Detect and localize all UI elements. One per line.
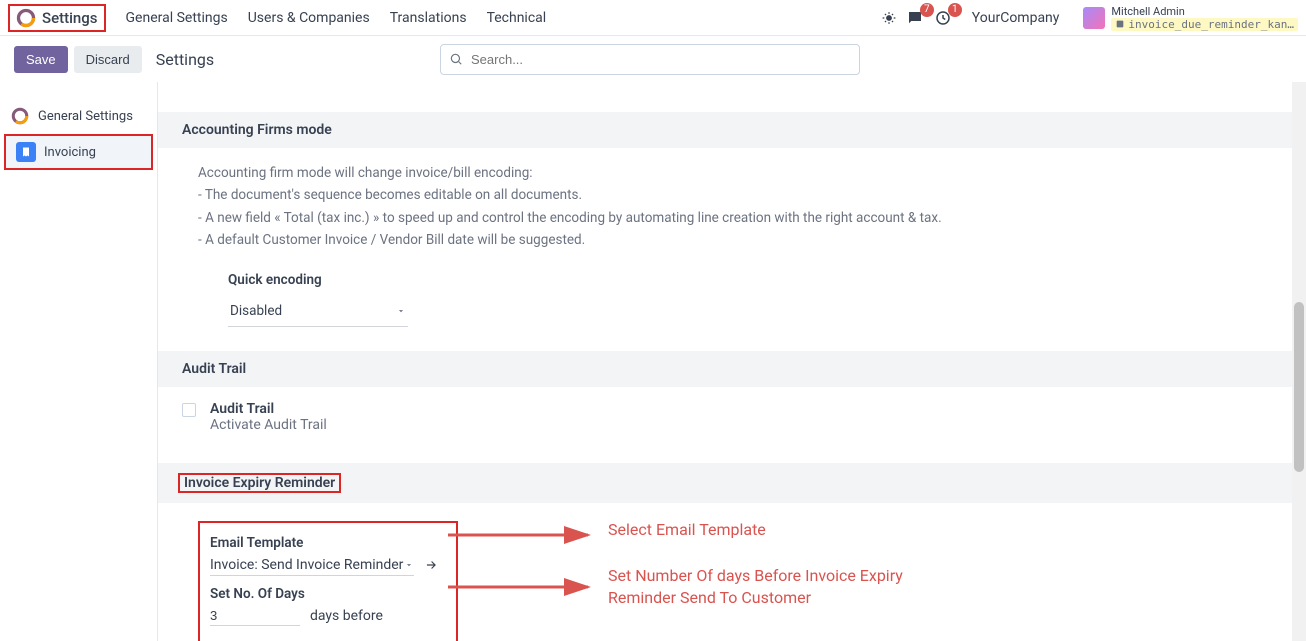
topbar-right: 7 1 YourCompany Mitchell Admin invoice_d… [882,5,1298,31]
quick-encoding-label: Quick encoding [228,269,1282,291]
search-icon [449,52,463,66]
annotation-text-1: Select Email Template [608,519,766,541]
sidebar-item-general[interactable]: General Settings [0,100,157,132]
firms-line2: - A new field « Total (tax inc.) » to sp… [198,207,1282,229]
section-header-reminder: Invoice Expiry Reminder [158,463,1306,503]
search-wrap [440,44,860,75]
file-tag: invoice_due_reminder_kan… [1111,18,1298,31]
email-template-label: Email Template [210,535,438,551]
discard-button[interactable]: Discard [74,46,142,73]
chevron-down-icon [404,560,414,570]
audit-row: Audit Trail Activate Audit Trail [158,387,1306,463]
user-name: Mitchell Admin [1111,5,1298,18]
avatar [1083,7,1105,29]
brand-label[interactable]: Settings [42,9,98,27]
scrollbar-thumb[interactable] [1294,302,1304,472]
annotation-text-2: Set Number Of days Before Invoice Expiry… [608,565,928,610]
reminder-fields-highlight: Email Template Invoice: Send Invoice Rem… [198,521,458,641]
search-input[interactable] [440,44,860,75]
reminder-title-highlight: Invoice Expiry Reminder [178,473,341,493]
firms-line3: - A default Customer Invoice / Vendor Bi… [198,229,1282,251]
quick-encoding-value: Disabled [230,300,282,322]
audit-item-title: Audit Trail [210,401,327,417]
chat-icon[interactable]: 7 [906,9,924,27]
sidebar-item-label: General Settings [38,109,133,124]
top-nav: Settings General Settings Users & Compan… [0,0,1306,36]
save-button[interactable]: Save [14,46,68,73]
section-header-audit: Audit Trail [158,351,1306,387]
sidebar-item-label: Invoicing [44,145,96,160]
email-template-select[interactable]: Invoice: Send Invoice Reminder [210,555,414,576]
days-suffix: days before [310,608,383,624]
scrollbar-track[interactable] [1292,82,1306,641]
days-input[interactable] [210,606,300,626]
audit-item-sub: Activate Audit Trail [210,417,327,433]
audit-checkbox[interactable] [182,403,196,417]
nav-item-general[interactable]: General Settings [116,10,238,26]
gear-icon [10,106,30,126]
open-template-icon[interactable] [424,558,438,572]
file-tag-text: invoice_due_reminder_kan… [1128,18,1294,31]
clock-badge: 1 [948,3,962,17]
nav-item-translations[interactable]: Translations [380,10,477,26]
nav-item-users[interactable]: Users & Companies [238,10,380,26]
invoicing-icon [16,142,36,162]
days-label: Set No. Of Days [210,586,438,602]
app-icon [16,8,36,28]
breadcrumb: Settings [156,50,214,69]
action-bar: Save Discard Settings [0,36,1306,82]
reminder-body: Email Template Invoice: Send Invoice Rem… [158,503,1306,641]
email-template-value: Invoice: Send Invoice Reminder [210,557,403,573]
brand-highlight-box: Settings [8,4,106,32]
annotation-arrow-1 [448,525,598,545]
sidebar: General Settings Invoicing [0,82,158,641]
company-name[interactable]: YourCompany [972,10,1060,26]
clock-icon[interactable]: 1 [934,9,952,27]
sidebar-highlight-box: Invoicing [4,134,153,170]
chevron-down-icon [396,306,406,316]
bug-icon[interactable] [882,11,896,25]
section-body-firms: Accounting firm mode will change invoice… [158,148,1306,351]
section-header-firms: Accounting Firms mode [158,112,1306,148]
reminder-title: Invoice Expiry Reminder [184,475,335,491]
quick-encoding-select[interactable]: Disabled [228,297,408,326]
annotation-arrow-2 [448,577,598,597]
firms-intro: Accounting firm mode will change invoice… [198,162,1282,184]
nav-item-technical[interactable]: Technical [477,10,557,26]
chat-badge: 7 [920,3,934,17]
user-menu[interactable]: Mitchell Admin invoice_due_reminder_kan… [1083,5,1298,31]
sidebar-item-invoicing[interactable]: Invoicing [6,136,151,168]
firms-line1: - The document's sequence becomes editab… [198,184,1282,206]
content: Accounting Firms mode Accounting firm mo… [158,82,1306,641]
